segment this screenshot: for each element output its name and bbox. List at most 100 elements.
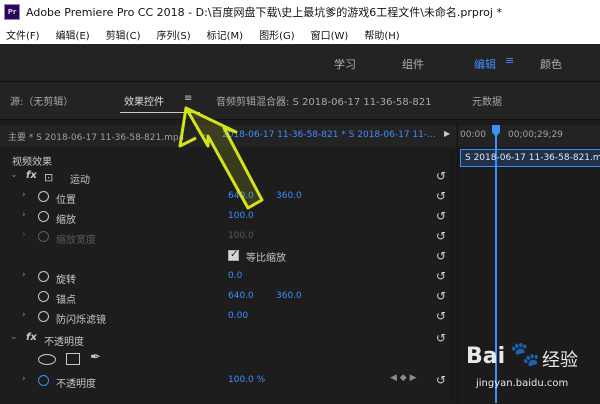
timeline-clip-label: S 2018-06-17 11-36-58-821.mp4 xyxy=(465,153,600,163)
mask-tools: ✒ xyxy=(38,350,118,367)
anchor-x-value[interactable]: 640.0 xyxy=(228,291,254,301)
clip-selector-row: 主要 * S 2018-06-17 11-36-58-821.mp4 ⌄ 201… xyxy=(0,125,456,147)
reset-icon[interactable]: ↺ xyxy=(436,331,446,345)
menu-edit[interactable]: 编辑(E) xyxy=(56,27,90,42)
reset-icon[interactable]: ↺ xyxy=(436,309,446,323)
property-row-position: › 位置 640.0 360.0 ↺ xyxy=(0,187,456,207)
chevron-right-icon[interactable]: › xyxy=(22,374,26,384)
stopwatch-icon xyxy=(38,231,49,242)
tab-audio-clip-mixer[interactable]: 音频剪辑混合器: S 2018-06-17 11-36-58-821 xyxy=(216,93,431,108)
panel-scrollbar[interactable] xyxy=(449,149,455,399)
tab-effect-controls[interactable]: 效果控件 xyxy=(124,93,164,108)
reset-icon[interactable]: ↺ xyxy=(436,169,446,183)
chevron-right-icon[interactable]: › xyxy=(22,190,26,200)
title-bar: Pr Adobe Premiere Pro CC 2018 - D:\百度网盘下… xyxy=(0,0,600,24)
position-y-value[interactable]: 360.0 xyxy=(276,191,302,201)
workspace-tab-edit[interactable]: 编辑 xyxy=(474,56,496,72)
chevron-right-icon[interactable]: › xyxy=(22,310,26,320)
reset-icon[interactable]: ↺ xyxy=(436,209,446,223)
chevron-right-icon: › xyxy=(22,230,26,240)
property-label-opacity: 不透明度 xyxy=(56,379,96,390)
panel-tab-bar: 源:（无剪辑） 效果控件 ≡ 音频剪辑混合器: S 2018-06-17 11-… xyxy=(0,82,600,120)
property-row-scale-width: › 缩放宽度 100.0 ↺ xyxy=(0,227,456,247)
menu-window[interactable]: 窗口(W) xyxy=(311,27,349,42)
reset-icon[interactable]: ↺ xyxy=(436,269,446,283)
window-title: Adobe Premiere Pro CC 2018 - D:\百度网盘下载\史… xyxy=(26,6,502,19)
scale-value[interactable]: 100.0 xyxy=(228,211,254,221)
chevron-down-icon[interactable]: ⌄ xyxy=(10,332,18,342)
stopwatch-icon[interactable] xyxy=(38,211,49,222)
motion-transform-icon: ⊡ xyxy=(44,171,54,184)
workspace-menu-icon[interactable]: ≡ xyxy=(505,54,514,67)
chevron-right-icon[interactable]: › xyxy=(22,270,26,280)
property-label-scale-width: 缩放宽度 xyxy=(56,235,96,246)
tab-metadata[interactable]: 元数据 xyxy=(472,93,502,108)
anti-flicker-value[interactable]: 0.00 xyxy=(228,311,248,321)
position-x-value[interactable]: 640.0 xyxy=(228,191,254,201)
ellipse-mask-icon[interactable] xyxy=(38,354,56,365)
workspace-tab-learn[interactable]: 学习 xyxy=(334,56,356,72)
chevron-down-icon[interactable]: ⌄ xyxy=(10,170,18,180)
chevron-right-icon[interactable]: › xyxy=(22,210,26,220)
paw-icon: 🐾 xyxy=(510,340,540,368)
pen-mask-icon[interactable]: ✒ xyxy=(90,350,101,365)
workspace-tab-color[interactable]: 颜色 xyxy=(540,56,562,72)
checkbox-icon[interactable]: ✓ xyxy=(228,249,239,261)
panel-menu-icon[interactable]: ≡ xyxy=(184,93,192,104)
effect-label-motion: 运动 xyxy=(70,175,90,186)
property-row-anti-flicker: › 防闪烁滤镜 0.00 ↺ xyxy=(0,307,456,327)
fx-icon[interactable]: fx xyxy=(26,332,37,343)
scale-width-value: 100.0 xyxy=(228,231,254,241)
uniform-scale-checkbox[interactable]: ✓ 等比缩放 xyxy=(228,249,348,265)
menu-file[interactable]: 文件(F) xyxy=(6,27,40,42)
chevron-down-icon[interactable]: ⌄ xyxy=(200,129,208,139)
time-start-label: 00:00 xyxy=(460,130,486,140)
video-effects-heading: 视频效果 xyxy=(12,157,52,168)
menu-clip[interactable]: 剪辑(C) xyxy=(106,27,141,42)
property-label-scale: 缩放 xyxy=(56,215,76,226)
property-row-anchor: 锚点 640.0 360.0 ↺ xyxy=(0,287,456,307)
workspace-bar: 学习 组件 编辑 ≡ 颜色 xyxy=(0,44,600,82)
reset-icon[interactable]: ↺ xyxy=(436,189,446,203)
watermark-brand: 经验 xyxy=(542,350,578,371)
play-icon[interactable]: ▶ xyxy=(444,129,450,138)
timeline-clip[interactable]: S 2018-06-17 11-36-58-821.mp4 xyxy=(460,149,600,167)
property-label-anchor: 锚点 xyxy=(56,295,76,306)
time-ruler[interactable]: 00:00 00;00;29;29 xyxy=(458,125,600,147)
sequence-clip-label[interactable]: 2018-06-17 11-36-58-821 * S 2018-06-17 1… xyxy=(222,130,436,140)
baidu-jingyan-watermark: Bai 🐾 经验 jingyan.baidu.com xyxy=(466,338,596,398)
stopwatch-icon[interactable] xyxy=(38,291,49,302)
property-label-anti-flicker: 防闪烁滤镜 xyxy=(56,315,106,326)
reset-icon[interactable]: ↺ xyxy=(436,373,446,387)
watermark-url: jingyan.baidu.com xyxy=(476,378,569,389)
workspace-tab-component[interactable]: 组件 xyxy=(402,56,424,72)
menu-bar: 文件(F) 编辑(E) 剪辑(C) 序列(S) 标记(M) 图形(G) 窗口(W… xyxy=(0,24,600,44)
reset-icon[interactable]: ↺ xyxy=(436,229,446,243)
stopwatch-icon[interactable] xyxy=(38,375,49,386)
property-row-rotation: › 旋转 0.0 ↺ xyxy=(0,267,456,287)
property-label-position: 位置 xyxy=(56,195,76,206)
tab-source[interactable]: 源:（无剪辑） xyxy=(10,93,73,108)
premiere-logo-icon: Pr xyxy=(4,4,20,20)
effect-row-opacity[interactable]: ⌄ fx 不透明度 ↺ xyxy=(0,329,456,349)
watermark-logo: Bai xyxy=(466,344,506,369)
menu-markers[interactable]: 标记(M) xyxy=(207,27,243,42)
keyframe-navigator[interactable]: ◀ ◆ ▶ xyxy=(390,373,417,383)
menu-sequence[interactable]: 序列(S) xyxy=(156,27,190,42)
rectangle-mask-icon[interactable] xyxy=(66,353,80,365)
active-tab-underline xyxy=(120,112,200,113)
menu-graphics[interactable]: 图形(G) xyxy=(259,27,295,42)
opacity-value[interactable]: 100.0 % xyxy=(228,375,265,385)
effect-row-motion[interactable]: ⌄ fx ⊡ 运动 ↺ xyxy=(0,167,456,187)
fx-icon[interactable]: fx xyxy=(26,170,37,181)
stopwatch-icon[interactable] xyxy=(38,191,49,202)
rotation-value[interactable]: 0.0 xyxy=(228,271,242,281)
anchor-y-value[interactable]: 360.0 xyxy=(276,291,302,301)
reset-icon[interactable]: ↺ xyxy=(436,249,446,263)
stopwatch-icon[interactable] xyxy=(38,271,49,282)
reset-icon[interactable]: ↺ xyxy=(436,289,446,303)
stopwatch-icon[interactable] xyxy=(38,311,49,322)
master-clip-label[interactable]: 主要 * S 2018-06-17 11-36-58-821.mp4 xyxy=(8,130,184,143)
property-label-rotation: 旋转 xyxy=(56,275,76,286)
menu-help[interactable]: 帮助(H) xyxy=(364,27,399,42)
